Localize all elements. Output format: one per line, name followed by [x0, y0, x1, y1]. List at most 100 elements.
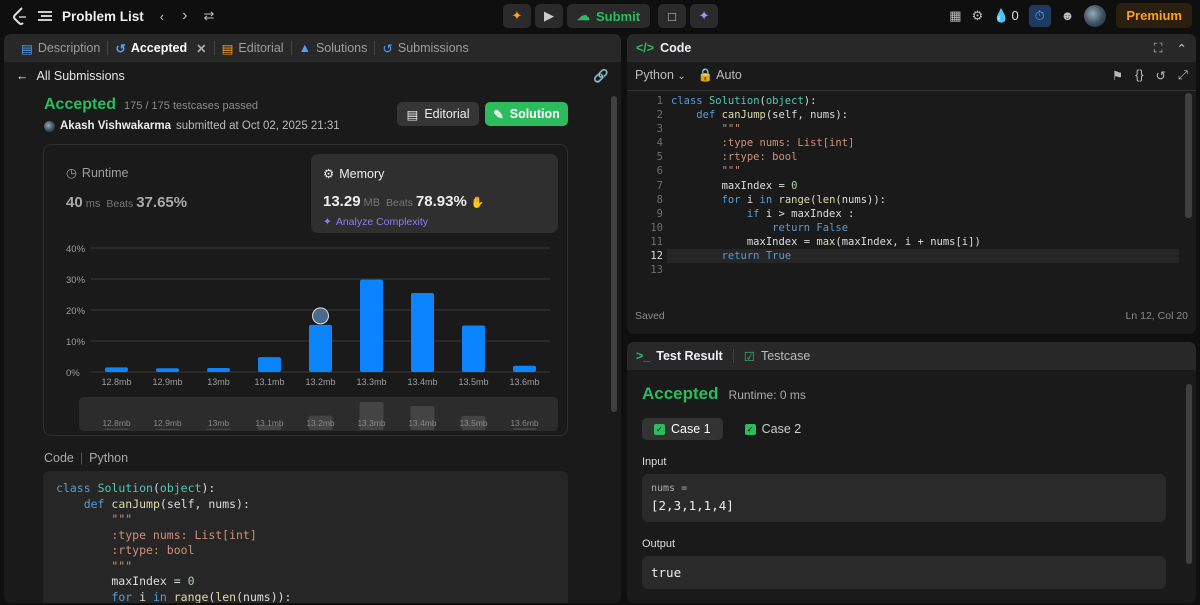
problem-list-icon[interactable] [38, 10, 52, 22]
cursor-position: Ln 12, Col 20 [1125, 310, 1188, 322]
y-tick-label: 30% [66, 275, 86, 286]
run-button[interactable]: ▶ [535, 4, 563, 28]
range-tick-label: 13.1mb [255, 418, 284, 428]
case-2-tab[interactable]: ✓ Case 2 [733, 418, 814, 440]
line-number: 11 [650, 235, 663, 248]
problem-list-link[interactable]: Problem List [62, 9, 144, 24]
language-value: Python [635, 68, 674, 82]
auto-mode[interactable]: 🔒 Auto [698, 68, 742, 83]
submit-button[interactable]: ☁ Submit [567, 4, 651, 28]
submit-label: Submit [596, 8, 641, 24]
tab-solutions[interactable]: ▲ Solutions [292, 41, 375, 55]
y-tick-label: 10% [66, 337, 86, 348]
result-scrollbar[interactable] [1186, 384, 1192, 564]
solution-label: Solution [509, 107, 560, 121]
timer-icon[interactable]: ⏱ [1028, 4, 1051, 27]
username[interactable]: Akash Vishwakarma [60, 120, 171, 132]
book-icon: ▤ [406, 107, 419, 122]
submission-summary: Accepted 175 / 175 testcases passed Akas… [44, 96, 574, 132]
line-number: 6 [656, 165, 663, 178]
terminal-icon: >_ [636, 349, 651, 363]
input-box[interactable]: nums = [2,3,1,1,4] [642, 474, 1166, 522]
settings-gear-icon[interactable]: ⚙ [972, 8, 984, 24]
bookmark-icon[interactable]: ⚑ [1112, 68, 1123, 83]
leetcode-logo-icon[interactable] [12, 7, 28, 25]
range-tick-label: 13.6mb [510, 418, 539, 428]
reset-icon[interactable]: ↺ [1156, 68, 1166, 83]
cloud-upload-icon: ☁ [577, 8, 590, 23]
range-tick-label: 12.9mb [153, 418, 182, 428]
check-icon: ✓ [654, 423, 665, 435]
tab-description[interactable]: ▤ Description [14, 41, 107, 56]
left-tab-bar: ▤ Description ↺ Accepted ✕ ▤ Editorial ▲ Solu… [4, 34, 621, 62]
mode-label: Auto [716, 67, 742, 82]
debug-button[interactable]: ✦ [503, 4, 531, 28]
submitted-time: submitted at Oct 02, 2025 21:31 [176, 120, 340, 132]
back-label: All Submissions [36, 69, 125, 83]
chart-bar [411, 292, 434, 372]
case-1-tab[interactable]: ✓ Case 1 [642, 418, 723, 440]
language-select[interactable]: Python ⌄ [635, 68, 686, 82]
user-avatar-marker [312, 307, 329, 325]
left-scrollbar[interactable] [611, 96, 617, 412]
result-tab-bar: >_ Test Result ☑ Testcase [627, 342, 1196, 370]
x-tick-label: 12.8mb [101, 377, 131, 387]
submission-panel: ▤ Description ↺ Accepted ✕ ▤ Editorial ▲ Solu… [4, 34, 621, 603]
edit-icon: ✎ [493, 107, 504, 122]
line-number: 1 [656, 95, 663, 107]
chart-bar [105, 367, 128, 372]
line-number: 5 [656, 151, 663, 164]
check-icon: ✓ [744, 423, 756, 435]
back-to-submissions[interactable]: ← All Submissions [16, 69, 125, 83]
solution-button[interactable]: ✎ Solution [485, 102, 568, 126]
range-tick-label: 13mb [208, 418, 230, 428]
streak-flame-icon[interactable]: 💧 [993, 8, 1009, 24]
prev-problem-icon[interactable]: ‹ [160, 9, 164, 24]
editor-toolbar: Python ⌄ 🔒 Auto ⚑ {} ↺ ⤢ [627, 62, 1196, 88]
add-user-icon[interactable]: ☻ [1061, 8, 1075, 23]
line-number: 2 [656, 109, 663, 122]
code-content[interactable]: class Solution(object): def canJump(self… [671, 94, 981, 263]
range-mini-bar [104, 428, 129, 430]
input-label: Input [642, 456, 667, 468]
editorial-button[interactable]: ▤ Editorial [397, 102, 479, 126]
layout-icon[interactable]: ▦ [949, 8, 961, 24]
x-tick-label: 13mb [207, 377, 230, 387]
link-icon[interactable]: 🔗 [593, 69, 609, 84]
x-tick-label: 13.2mb [305, 377, 335, 387]
close-tab-icon[interactable]: ✕ [196, 41, 206, 56]
tab-editorial[interactable]: ▤ Editorial [215, 41, 291, 56]
avatar[interactable] [1084, 4, 1107, 27]
tab-testcase[interactable]: ☑ Testcase [744, 349, 811, 364]
collapse-chevron-icon[interactable]: ⌃ [1177, 41, 1187, 56]
code-editor[interactable]: 1 2 3 4 5 6 7 8 9 10 11 12 13 class Solution(object)… [627, 90, 1196, 276]
test-result-panel: >_ Test Result ☑ Testcase Accepted Runti… [627, 342, 1196, 603]
history-icon: ↺ [382, 41, 393, 56]
output-box[interactable]: true [642, 556, 1166, 589]
notes-button[interactable]: □ [658, 4, 687, 28]
editor-scrollbar[interactable] [1185, 93, 1192, 218]
ai-button[interactable]: ✦ [690, 4, 719, 28]
tab-accepted[interactable]: ↺ Accepted ✕ [108, 41, 213, 56]
checkbox-icon: ☑ [743, 349, 755, 364]
result-runtime: Runtime: 0 ms [728, 388, 806, 402]
shuffle-icon[interactable]: ⇄ [203, 8, 214, 24]
tab-submissions[interactable]: ↺ Submissions [375, 41, 475, 56]
format-braces-icon[interactable]: {} [1135, 68, 1143, 83]
premium-button[interactable]: Premium [1116, 3, 1192, 28]
tab-test-result[interactable]: >_ Test Result [636, 349, 723, 363]
top-bar: Problem List ‹ › ⇄ ✦ ▶ ☁ Submit □ ✦ ▦ ⚙ … [0, 0, 1200, 32]
chart-bar [462, 325, 485, 372]
range-mini-bar [512, 428, 537, 430]
input-name: nums = [651, 483, 688, 494]
chart-bar [360, 279, 383, 372]
range-tick-label: 13.4mb [408, 418, 437, 428]
tab-label: Description [37, 41, 101, 55]
line-number: 3 [656, 123, 663, 136]
case-label: Case 2 [761, 422, 802, 436]
fullscreen-icon[interactable]: ⛶ [1154, 41, 1163, 56]
next-problem-icon[interactable]: › [182, 7, 187, 25]
x-tick-label: 12.9mb [152, 377, 182, 387]
expand-icon[interactable]: ⤢ [1178, 68, 1188, 83]
history-icon: ↺ [115, 41, 126, 56]
